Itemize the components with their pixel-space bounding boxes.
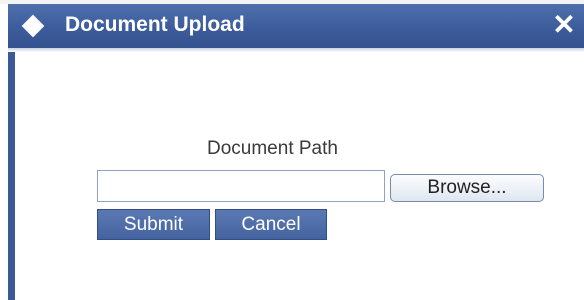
titlebar-divider — [8, 48, 584, 52]
submit-button[interactable]: Submit — [97, 209, 210, 240]
document-upload-dialog: Document Upload ✕ Document Path Browse..… — [8, 4, 584, 300]
cancel-button[interactable]: Cancel — [215, 209, 327, 240]
document-path-input[interactable] — [97, 170, 385, 202]
diamond-icon — [21, 14, 45, 38]
close-icon[interactable]: ✕ — [550, 10, 578, 40]
browse-button[interactable]: Browse... — [390, 174, 544, 202]
dialog-titlebar[interactable]: Document Upload ✕ — [8, 4, 584, 48]
document-path-label: Document Path — [207, 138, 338, 159]
dialog-title: Document Upload — [65, 13, 245, 36]
